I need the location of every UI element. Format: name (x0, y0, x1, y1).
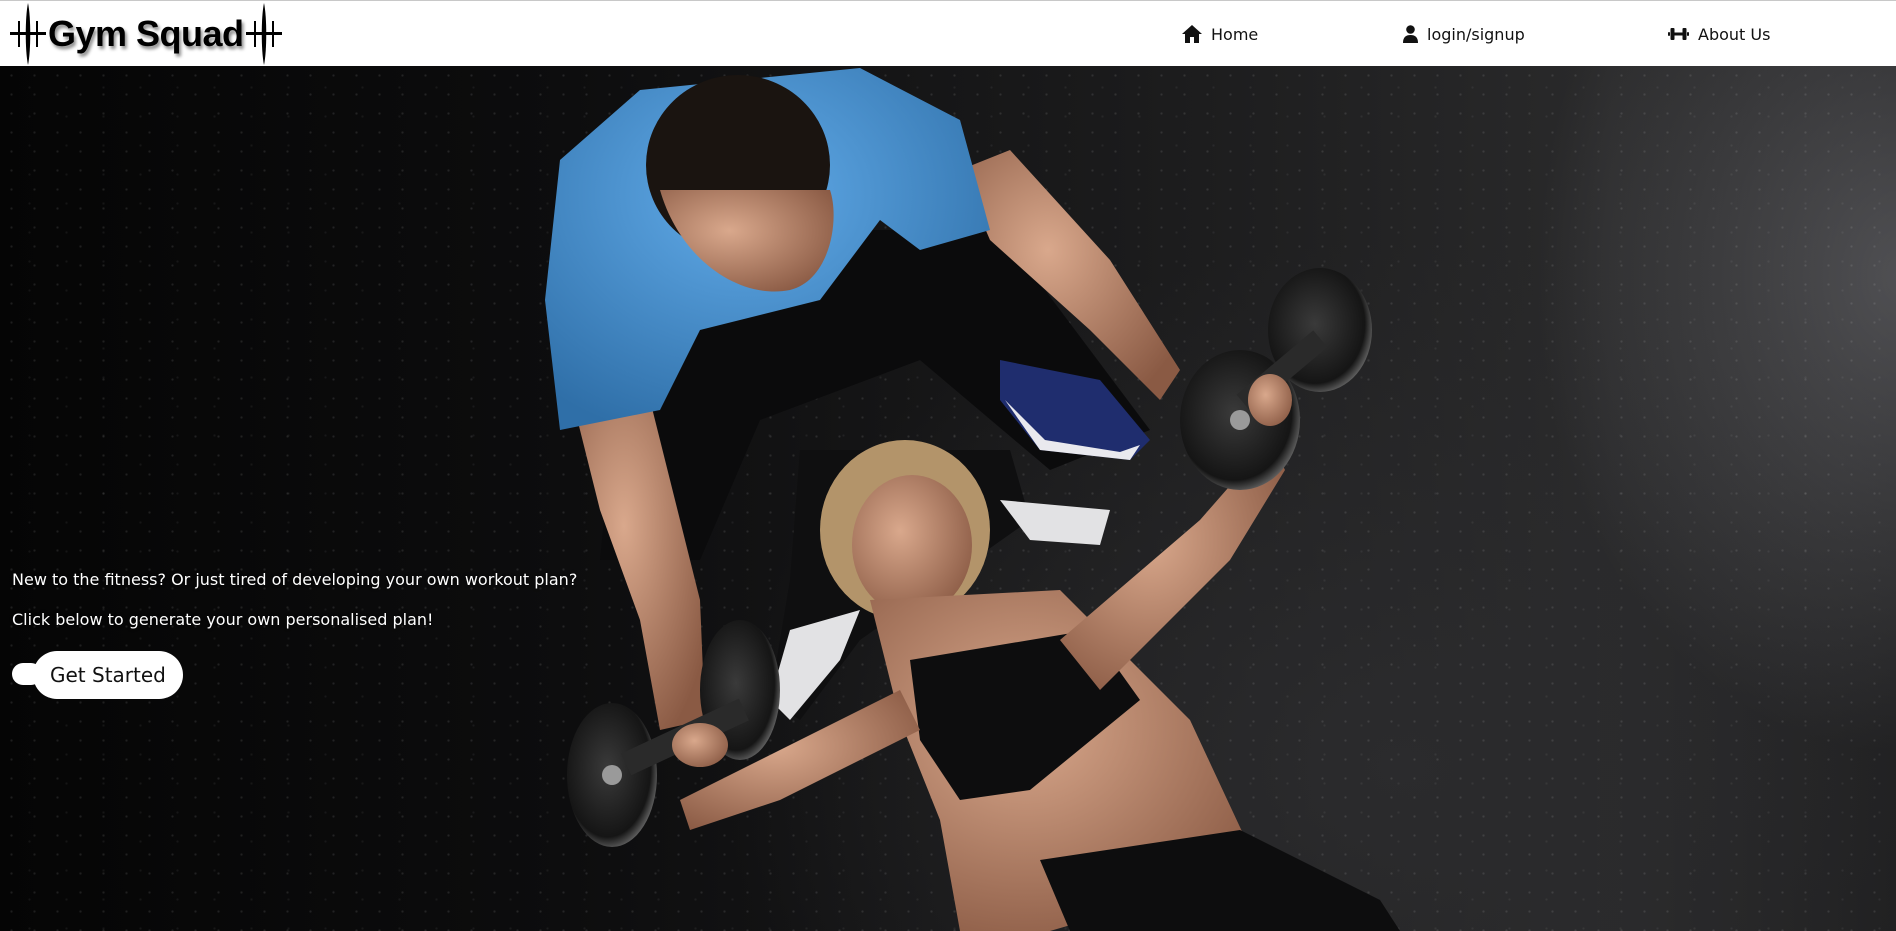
barbell-left-icon (10, 3, 46, 65)
home-icon (1182, 25, 1202, 43)
site-header: Gym Squad Home login/signup About Us (0, 0, 1896, 66)
barbell-right-icon (245, 3, 282, 65)
page: Gym Squad Home login/signup About Us New… (0, 0, 1896, 931)
nav-login-signup[interactable]: login/signup (1403, 1, 1525, 67)
hero-photo (545, 68, 1400, 931)
nav-home[interactable]: Home (1182, 1, 1258, 67)
get-started-button[interactable]: Get Started (33, 651, 183, 699)
site-logo[interactable]: Gym Squad (10, 1, 282, 67)
nav-home-label: Home (1211, 24, 1259, 44)
user-icon (1403, 25, 1418, 43)
brand-name: Gym Squad (48, 13, 244, 54)
nav-about-us[interactable]: About Us (1668, 1, 1770, 67)
cta-wrapper: Get Started (12, 651, 577, 699)
hero-section: New to the fitness? Or just tired of dev… (0, 66, 1896, 931)
hero-question: New to the fitness? Or just tired of dev… (12, 570, 578, 589)
nav-about-us-label: About Us (1698, 24, 1771, 44)
hero-instruction: Click below to generate your own persona… (12, 610, 434, 629)
hero-copy: New to the fitness? Or just tired of dev… (12, 571, 577, 699)
dumbbell-icon (1668, 28, 1689, 40)
nav-login-signup-label: login/signup (1427, 24, 1525, 44)
